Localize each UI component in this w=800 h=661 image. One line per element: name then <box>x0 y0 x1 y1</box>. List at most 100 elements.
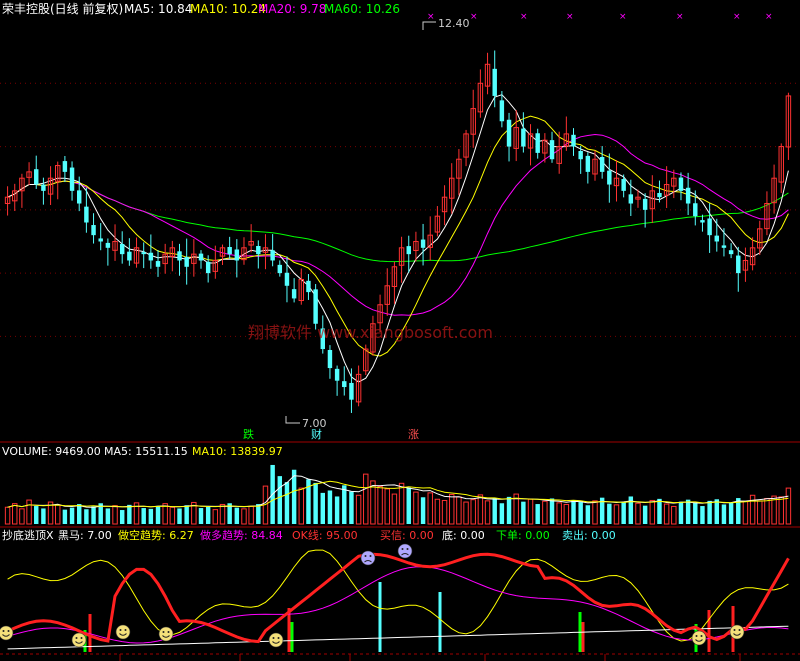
candle-body <box>84 206 89 223</box>
volume-bar <box>563 503 570 525</box>
candle-body <box>127 251 132 261</box>
candle-body <box>256 245 261 255</box>
volume-bar <box>592 500 598 525</box>
face-eye <box>167 631 170 633</box>
volume-bar <box>671 505 677 525</box>
volume-bar <box>141 508 146 524</box>
candle-body <box>571 134 576 147</box>
face-eye <box>695 635 698 637</box>
volume-bar <box>198 508 204 524</box>
time-axis-ticks <box>119 654 741 661</box>
smile-face-icon <box>115 624 131 640</box>
volume-bar <box>342 485 347 524</box>
volume-bar <box>642 505 648 524</box>
candle-body <box>327 349 333 369</box>
candle-body <box>506 119 512 147</box>
candle-body <box>721 245 727 248</box>
cross-mark: × <box>676 12 684 22</box>
face-eye <box>7 630 10 632</box>
stock-name: 荣丰控股(日线 前复权) <box>2 1 123 16</box>
candle-body <box>714 235 720 242</box>
annotation-zhang: 涨 <box>408 428 419 441</box>
candle-body <box>76 190 82 204</box>
candle-body <box>41 184 46 191</box>
volume-bars <box>4 464 792 525</box>
volume-bar <box>477 494 484 525</box>
candle-body <box>342 381 347 388</box>
face-eye <box>401 548 404 550</box>
candle-body <box>521 128 526 147</box>
candle-body <box>62 161 68 172</box>
candle-body <box>270 250 275 261</box>
face-circle <box>158 626 174 642</box>
volume-bar <box>91 506 96 524</box>
candle-body <box>306 280 311 293</box>
candle-body <box>277 264 283 274</box>
top-marks: × × × × × × × × <box>427 12 773 22</box>
volume-bar <box>19 508 25 525</box>
ma10-path <box>7 115 789 357</box>
volume-bar <box>62 509 68 524</box>
candle-body <box>535 133 540 153</box>
volume-bar <box>4 506 11 525</box>
volume-bar <box>492 498 497 524</box>
signal-spike <box>378 582 382 652</box>
price-grid <box>0 82 800 337</box>
indicator-heima: 黑马: 7.00 <box>58 529 112 542</box>
face-circle <box>691 630 707 646</box>
face-eye <box>733 629 736 631</box>
volume-bar <box>55 504 61 525</box>
volume-bar <box>506 496 512 524</box>
candle-body <box>728 250 734 255</box>
candle-body <box>607 170 612 185</box>
candle-body <box>98 238 103 242</box>
ma5-label: MA5: 10.84 <box>124 2 192 16</box>
volume-ma10-label: MA10: 13839.97 <box>192 445 283 458</box>
candle-body <box>707 218 712 236</box>
face-circle <box>115 624 131 640</box>
candle-body <box>585 155 591 172</box>
cross-mark: × <box>520 12 528 22</box>
candle-body <box>205 261 211 274</box>
candle-body <box>313 289 318 324</box>
candle-body <box>227 246 232 255</box>
ma10-line <box>7 115 789 357</box>
volume-bar <box>484 500 491 525</box>
volume-bar <box>757 500 763 525</box>
volume-bar <box>434 498 441 525</box>
volume-bar <box>148 508 154 524</box>
volume-bar <box>613 504 620 525</box>
volume-ma5-label: MA5: 15511.15 <box>104 445 188 458</box>
candle-body <box>678 177 684 191</box>
volume-bar <box>413 491 419 525</box>
indicator-maichu: 卖出: 0.00 <box>562 528 616 542</box>
volume-bar <box>521 501 526 524</box>
stock-chart: 荣丰控股(日线 前复权) MA5: 10.84 MA10: 10.24 MA20… <box>0 1 800 661</box>
volume-bar <box>119 510 125 524</box>
volume-bar <box>127 504 132 524</box>
face-eye <box>738 629 741 631</box>
volume-bar <box>84 509 89 524</box>
candle-body <box>549 140 555 160</box>
volume-bar <box>420 497 426 524</box>
volume-bar <box>499 503 505 524</box>
ma10-label: MA10: 10.24 <box>190 2 266 16</box>
face-eye <box>700 635 703 637</box>
high-label: 12.40 <box>438 17 470 30</box>
candle-body <box>91 225 96 236</box>
volume-bar <box>585 505 591 524</box>
signal-spike <box>438 592 442 652</box>
face-eye <box>364 555 367 557</box>
indicator-zuokong: 做空趋势: 6.27 <box>118 528 194 542</box>
ma20-label: MA20: 9.78 <box>258 2 326 16</box>
face-circle <box>268 632 284 648</box>
candle-body <box>492 68 497 96</box>
candle-body <box>119 243 125 255</box>
high-marker <box>422 21 436 30</box>
volume-bar <box>155 506 161 524</box>
volume-bar <box>721 504 727 524</box>
volume-bar <box>327 490 333 524</box>
indicator-name: 抄底逃顶X <box>2 528 54 542</box>
volume-bar <box>441 499 448 525</box>
volume-bar <box>248 505 254 525</box>
